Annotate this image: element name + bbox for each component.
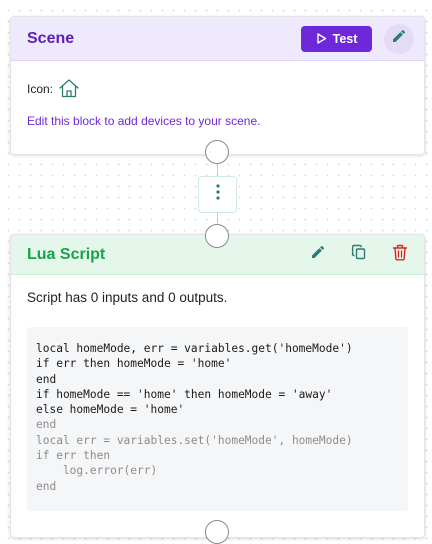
lua-title: Lua Script (27, 245, 106, 263)
play-icon (316, 33, 327, 44)
code-line: if err then homeMode = 'home' (36, 357, 232, 371)
scene-block[interactable]: Scene Test Icon: Edit this block to add … (10, 16, 425, 155)
code-line: local homeMode, err = variables.get('hom… (36, 342, 353, 355)
scene-title: Scene (27, 29, 75, 47)
test-button-label: Test (332, 31, 358, 46)
lua-edit-button[interactable] (304, 241, 332, 269)
edit-scene-link[interactable]: Edit this block to add devices to your s… (27, 114, 408, 128)
lua-input-port[interactable] (205, 224, 229, 248)
code-line: if homeMode == 'home' then homeMode = 'a… (36, 387, 333, 401)
code-line: if err then (36, 449, 111, 463)
io-summary: Script has 0 inputs and 0 outputs. (27, 290, 228, 305)
lua-script-block[interactable]: Lua Script Script has 0 inputs and 0 out… (10, 234, 425, 538)
test-button[interactable]: Test (301, 25, 372, 52)
copy-icon (351, 244, 367, 265)
code-line: end (36, 372, 57, 386)
code-line: else homeMode = 'home' (36, 403, 185, 417)
icon-label: Icon: (27, 82, 54, 96)
pencil-icon (310, 244, 326, 265)
scene-output-port[interactable] (205, 140, 229, 164)
code-editor[interactable]: local homeMode, err = variables.get('hom… (27, 327, 408, 511)
scene-edit-button[interactable] (384, 23, 414, 54)
code-line: local err = variables.set('homeMode', ho… (36, 433, 353, 447)
trash-icon (392, 244, 408, 266)
scene-icon-row: Icon: (27, 76, 408, 102)
scene-header: Scene Test (11, 17, 424, 61)
lua-delete-button[interactable] (386, 241, 414, 269)
lua-copy-button[interactable] (345, 241, 373, 269)
code-line: end (36, 418, 57, 432)
lua-output-port[interactable] (205, 520, 229, 544)
vertical-dots-icon (215, 184, 220, 205)
code-line: log.error(err) (36, 464, 158, 478)
code-line: end (36, 479, 57, 493)
pencil-icon (391, 28, 407, 49)
home-icon (58, 78, 80, 101)
connector-menu-button[interactable] (198, 176, 237, 213)
